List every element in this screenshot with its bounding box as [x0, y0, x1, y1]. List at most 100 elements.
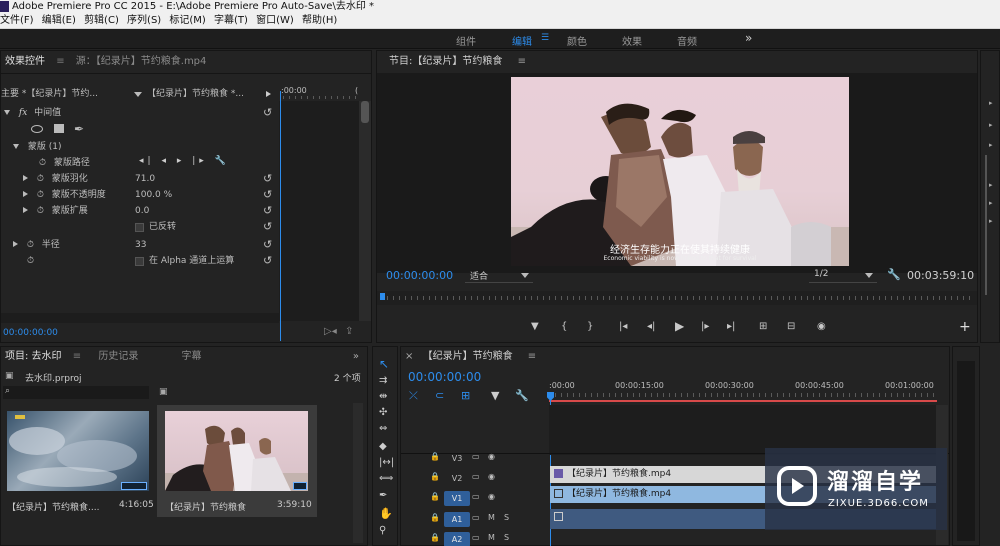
- expand-opacity-icon[interactable]: [23, 191, 28, 197]
- menu-clip[interactable]: 剪辑(C): [84, 13, 119, 29]
- fx-row[interactable]: fx 中间值: [4, 105, 61, 121]
- hand-tool-icon[interactable]: ✋: [379, 507, 393, 520]
- add-marker-timeline-icon[interactable]: ⊞: [461, 389, 470, 402]
- feather-row[interactable]: ⏱ 蒙版羽化: [23, 171, 88, 187]
- lock-icon[interactable]: 🔒: [430, 472, 440, 481]
- ec-scrollbar[interactable]: [359, 101, 371, 321]
- program-video-frame[interactable]: 经济生存能力正在使其持续健康 Economic viability is now…: [511, 77, 849, 266]
- sequence-clip-label[interactable]: 【纪录片】节约粮食 *...: [147, 86, 244, 102]
- marker-icon[interactable]: ▼: [491, 389, 499, 402]
- mask-row[interactable]: 蒙版 (1): [13, 139, 62, 155]
- step-forward-icon[interactable]: ▸: [177, 156, 186, 166]
- ec-mini-ruler[interactable]: :00:00 (: [279, 85, 359, 99]
- radius-row[interactable]: ⏱ 半径: [13, 237, 60, 253]
- sync-lock-icon[interactable]: ▭: [472, 452, 480, 461]
- mute-button[interactable]: M: [488, 513, 495, 522]
- reset-feather-icon[interactable]: ↺: [263, 173, 275, 185]
- collapsed-tri-icon[interactable]: ▸: [989, 181, 993, 189]
- master-clip-selector[interactable]: 主要 *【纪录片】节约...: [1, 86, 98, 102]
- mute-button[interactable]: M: [488, 533, 495, 542]
- menu-file[interactable]: 文件(F): [0, 13, 34, 29]
- track-backward-icon[interactable]: ◂|: [139, 156, 155, 166]
- solo-button[interactable]: S: [504, 533, 509, 542]
- menu-title[interactable]: 字幕(T): [214, 13, 248, 29]
- workspace-audio[interactable]: 音频: [677, 33, 697, 48]
- rectangle-mask-icon[interactable]: [54, 124, 64, 133]
- play-effect-icon[interactable]: [266, 91, 271, 97]
- export-frame-icon[interactable]: ◉: [817, 321, 826, 332]
- reset-fx-icon[interactable]: ↺: [263, 107, 275, 119]
- lock-icon[interactable]: 🔒: [430, 533, 440, 542]
- track-label[interactable]: V1: [444, 491, 470, 506]
- lock-icon[interactable]: 🔒: [430, 513, 440, 522]
- mark-out-icon[interactable]: }: [587, 321, 593, 332]
- reset-opacity-icon[interactable]: ↺: [263, 189, 275, 201]
- stopwatch-icon[interactable]: ⏱: [37, 190, 44, 200]
- workspace-color[interactable]: 颜色: [567, 33, 587, 48]
- menu-window[interactable]: 窗口(W): [256, 13, 294, 29]
- project-item-thumbnail[interactable]: [7, 411, 149, 491]
- stopwatch-icon[interactable]: ⏱: [37, 206, 44, 216]
- timeline-menu-icon[interactable]: ≡: [528, 351, 536, 362]
- lock-icon[interactable]: 🔒: [430, 452, 440, 461]
- ec-export-icon[interactable]: ⇪: [345, 326, 353, 337]
- reset-inverted-icon[interactable]: ↺: [263, 221, 275, 233]
- inverted-checkbox[interactable]: [135, 223, 144, 232]
- settings-wrench-icon[interactable]: 🔧: [887, 268, 901, 281]
- expand-fx-icon[interactable]: [4, 110, 10, 115]
- master-dropdown-icon[interactable]: [134, 92, 142, 97]
- tab-titles[interactable]: 字幕: [182, 351, 202, 362]
- opacity-value[interactable]: 100.0 %: [135, 187, 172, 203]
- sync-lock-icon[interactable]: ▭: [472, 533, 480, 542]
- add-marker-icon[interactable]: ▼: [531, 321, 539, 332]
- lock-icon[interactable]: 🔒: [430, 492, 440, 501]
- go-to-in-icon[interactable]: |◂: [619, 321, 627, 332]
- ec-keyframe-area[interactable]: [279, 101, 359, 321]
- eye-icon[interactable]: ◉: [488, 472, 495, 481]
- feather-value[interactable]: 71.0: [135, 171, 155, 187]
- razor-tool-icon[interactable]: ◆: [379, 441, 387, 452]
- eye-icon[interactable]: ◉: [488, 452, 495, 461]
- pen-mask-icon[interactable]: ✒: [74, 122, 84, 136]
- collapsed-tri-icon[interactable]: ▸: [989, 99, 993, 107]
- tab-effect-controls[interactable]: 效果控件: [5, 56, 45, 67]
- track-label[interactable]: A2: [444, 532, 470, 546]
- menu-help[interactable]: 帮助(H): [302, 13, 337, 29]
- tab-project[interactable]: 项目: 去水印: [5, 351, 62, 362]
- rolling-edit-tool-icon[interactable]: ✣: [379, 407, 387, 418]
- add-button-icon[interactable]: +: [959, 319, 971, 335]
- extract-icon[interactable]: ⊟: [787, 321, 795, 332]
- collapsed-tri-icon[interactable]: ▸: [989, 217, 993, 225]
- work-area-bar[interactable]: [549, 400, 937, 402]
- track-forward-icon[interactable]: |▸: [192, 156, 208, 166]
- radius-value[interactable]: 33: [135, 237, 146, 253]
- program-title[interactable]: 节目:【纪录片】节约粮食: [389, 56, 502, 67]
- sync-lock-icon[interactable]: ▭: [472, 513, 480, 522]
- zoom-fit-select[interactable]: 适合: [465, 267, 533, 283]
- reset-expansion-icon[interactable]: ↺: [263, 205, 275, 217]
- expansion-row[interactable]: ⏱ 蒙版扩展: [23, 203, 88, 219]
- reset-alpha-icon[interactable]: ↺: [263, 255, 275, 267]
- play-icon[interactable]: ▶: [675, 319, 684, 333]
- track-select-tool-icon[interactable]: ⇉: [379, 375, 387, 386]
- slip-tool-icon[interactable]: |↔|: [379, 457, 394, 468]
- step-back-icon[interactable]: ◂|: [647, 321, 655, 332]
- program-playhead[interactable]: [380, 293, 385, 300]
- project-search-input[interactable]: ⌕: [3, 386, 149, 399]
- pen-tool-icon[interactable]: ✒: [379, 490, 387, 501]
- linked-selection-icon[interactable]: ⊂: [435, 389, 444, 402]
- ec-playhead[interactable]: [280, 91, 281, 341]
- opacity-row[interactable]: ⏱ 蒙版不透明度: [23, 187, 106, 203]
- stopwatch-icon[interactable]: ⏱: [39, 158, 46, 168]
- timeline-settings-icon[interactable]: 🔧: [515, 389, 529, 402]
- panel-more-icon[interactable]: »: [353, 347, 359, 367]
- ellipse-mask-icon[interactable]: [31, 125, 43, 133]
- resolution-select[interactable]: 1/2: [809, 267, 877, 283]
- expand-expansion-icon[interactable]: [23, 207, 28, 213]
- sync-lock-icon[interactable]: ▭: [472, 492, 480, 501]
- expand-mask-icon[interactable]: [13, 144, 19, 149]
- snap-icon[interactable]: ⤫: [409, 389, 418, 403]
- reset-radius-icon[interactable]: ↺: [263, 239, 275, 251]
- ec-play-only-icon[interactable]: ▷◂: [324, 326, 337, 337]
- timeline-ruler[interactable]: :00:00 00:00:15:00 00:00:30:00 00:00:45:…: [549, 377, 937, 403]
